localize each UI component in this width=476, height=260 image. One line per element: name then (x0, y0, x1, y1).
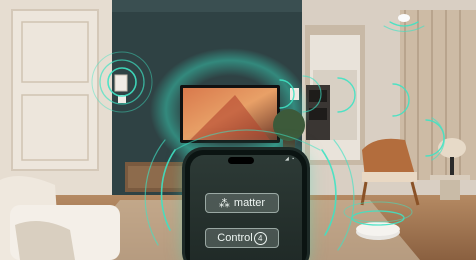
matter-button[interactable]: ⁂ matter (205, 193, 279, 213)
control4-button[interactable]: Control 4 (205, 228, 279, 248)
phone-status-bar: ◢ ▪ (284, 156, 295, 162)
control4-logo-icon: 4 (253, 231, 267, 245)
smart-home-scene: ◢ ▪ ⁂ matter Control 4 (0, 0, 476, 260)
smartphone: ◢ ▪ ⁂ matter Control 4 (185, 150, 307, 260)
matter-label: matter (233, 197, 266, 209)
control4-label: Control (217, 232, 253, 244)
matter-logo-icon: ⁂ (218, 197, 230, 210)
phone-notch (228, 157, 254, 164)
